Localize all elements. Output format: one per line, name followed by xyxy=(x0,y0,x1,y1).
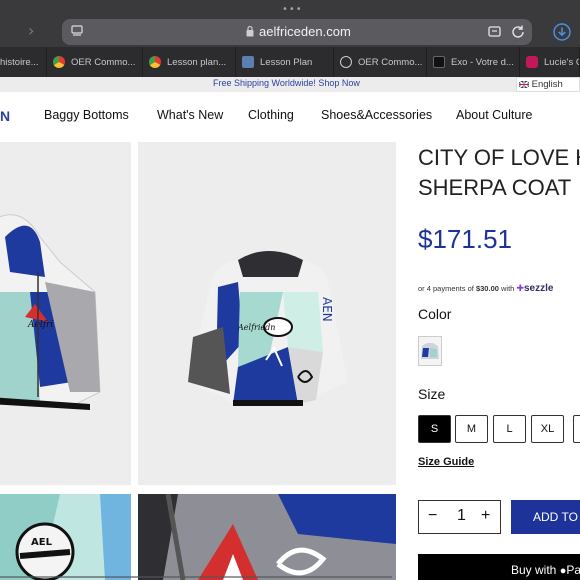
nav-item-about-culture[interactable]: About Culture xyxy=(456,108,532,122)
svg-text:AEN: AEN xyxy=(320,297,334,322)
color-label: Color xyxy=(418,306,452,322)
exo-icon xyxy=(433,56,445,68)
language-label: English xyxy=(531,79,563,90)
quantity-stepper: − 1 + xyxy=(418,500,501,534)
nav-item-whats-new[interactable]: What's New xyxy=(157,108,223,122)
tab-label: Lucie's C xyxy=(544,56,580,68)
apple-pay-button[interactable]: Buy with ●Pa xyxy=(418,554,580,580)
product-title: CITY OF LOVE H SHERPA COAT xyxy=(418,143,580,203)
qty-value[interactable]: 1 xyxy=(457,507,466,525)
reload-icon[interactable] xyxy=(510,24,526,40)
site-logo-fragment[interactable]: N xyxy=(0,108,10,124)
installment-amount: $30.00 xyxy=(475,284,499,293)
app-icon xyxy=(526,56,538,68)
qty-decrease-button[interactable]: − xyxy=(428,507,437,525)
color-swatch[interactable] xyxy=(418,336,442,366)
chrome-icon xyxy=(149,56,161,68)
jacket-thumbnail xyxy=(421,343,439,359)
image-icon xyxy=(242,56,254,68)
add-to-cart-button[interactable]: ADD TO xyxy=(511,500,580,534)
tab-label: OER Commo... xyxy=(71,56,136,68)
tab-label: Lesson plan... xyxy=(167,56,227,68)
jacket-image: Aelfriedn AEN xyxy=(188,251,348,406)
size-label: Size xyxy=(418,386,446,402)
uk-flag-icon xyxy=(518,80,530,89)
product-image-main[interactable]: Aelfriedn AEN xyxy=(138,142,396,485)
size-option-xl[interactable]: XL xyxy=(531,415,564,443)
tab-bar: histoire... OER Commo... Lesson plan... … xyxy=(0,47,580,77)
svg-text:AEL: AEL xyxy=(31,537,53,548)
product-image-front-closeup[interactable]: Aelfri xyxy=(0,142,131,485)
size-guide-link[interactable]: Size Guide xyxy=(418,456,474,468)
scroll-indicator xyxy=(0,576,392,578)
jacket-image: Aelfri xyxy=(0,214,101,410)
sezzle-icon: ✚ xyxy=(516,283,524,293)
product-image-detail-2[interactable] xyxy=(138,494,396,580)
promo-bar[interactable]: Free Shipping Worldwide! Shop Now xyxy=(0,77,580,92)
cc-icon xyxy=(340,56,352,68)
buy-with-label: Buy with xyxy=(511,563,557,577)
product-title-line-1: CITY OF LOVE H xyxy=(418,145,580,170)
tab-4[interactable]: OER Commo... xyxy=(334,47,427,77)
tab-label: OER Commo... xyxy=(358,56,423,68)
url-text: aelfriceden.com xyxy=(259,24,351,39)
chrome-icon xyxy=(53,56,65,68)
product-price: $171.51 xyxy=(418,224,512,254)
tab-0[interactable]: histoire... xyxy=(0,47,47,77)
tab-label: Lesson Plan xyxy=(260,56,313,68)
product-title-line-2: SHERPA COAT xyxy=(418,175,572,200)
extension-icon[interactable] xyxy=(487,24,503,40)
promo-text[interactable]: Free Shipping Worldwide! Shop Now xyxy=(213,78,360,88)
download-icon[interactable] xyxy=(553,23,571,41)
jacket-detail-image: AEL xyxy=(0,494,131,580)
reader-icon[interactable] xyxy=(70,24,84,38)
installment-suffix: with xyxy=(501,284,515,293)
qty-increase-button[interactable]: + xyxy=(481,507,490,525)
tab-2[interactable]: Lesson plan... xyxy=(143,47,236,77)
installment-info[interactable]: or 4 payments of $30.00 with ✚sezzle xyxy=(418,283,553,294)
tab-3[interactable]: Lesson Plan xyxy=(236,47,334,77)
svg-text:Aelfri: Aelfri xyxy=(27,320,53,330)
size-option-more[interactable] xyxy=(573,415,580,443)
window-handle-dots[interactable]: ••• xyxy=(282,4,303,15)
size-option-s[interactable]: S xyxy=(418,415,451,443)
forward-arrow-icon[interactable]: › xyxy=(28,21,34,40)
nav-item-baggy-bottoms[interactable]: Baggy Bottoms xyxy=(44,108,129,122)
size-option-m[interactable]: M xyxy=(455,415,488,443)
tab-label: Exo - Votre d... xyxy=(451,56,514,68)
product-image-detail-1[interactable]: AEL xyxy=(0,494,131,580)
nav-item-clothing[interactable]: Clothing xyxy=(248,108,294,122)
tab-5[interactable]: Exo - Votre d... xyxy=(427,47,520,77)
tab-6[interactable]: Lucie's C xyxy=(520,47,580,77)
installment-prefix: or 4 payments of xyxy=(418,284,474,293)
browser-toolbar: ••• › aelfriceden.com xyxy=(0,0,580,47)
svg-text:Aelfriedn: Aelfriedn xyxy=(237,323,275,332)
tab-label: histoire... xyxy=(0,56,39,68)
address-bar[interactable]: aelfriceden.com xyxy=(62,19,532,45)
jacket-detail-image xyxy=(138,494,396,580)
sezzle-logo: sezzle xyxy=(524,283,554,294)
apple-pay-brand: Pa xyxy=(566,563,580,577)
lock-icon xyxy=(246,25,254,37)
language-selector[interactable]: English xyxy=(516,77,580,92)
size-option-l[interactable]: L xyxy=(493,415,526,443)
tab-1[interactable]: OER Commo... xyxy=(47,47,143,77)
nav-item-shoes-accessories[interactable]: Shoes&Accessories xyxy=(321,108,432,122)
